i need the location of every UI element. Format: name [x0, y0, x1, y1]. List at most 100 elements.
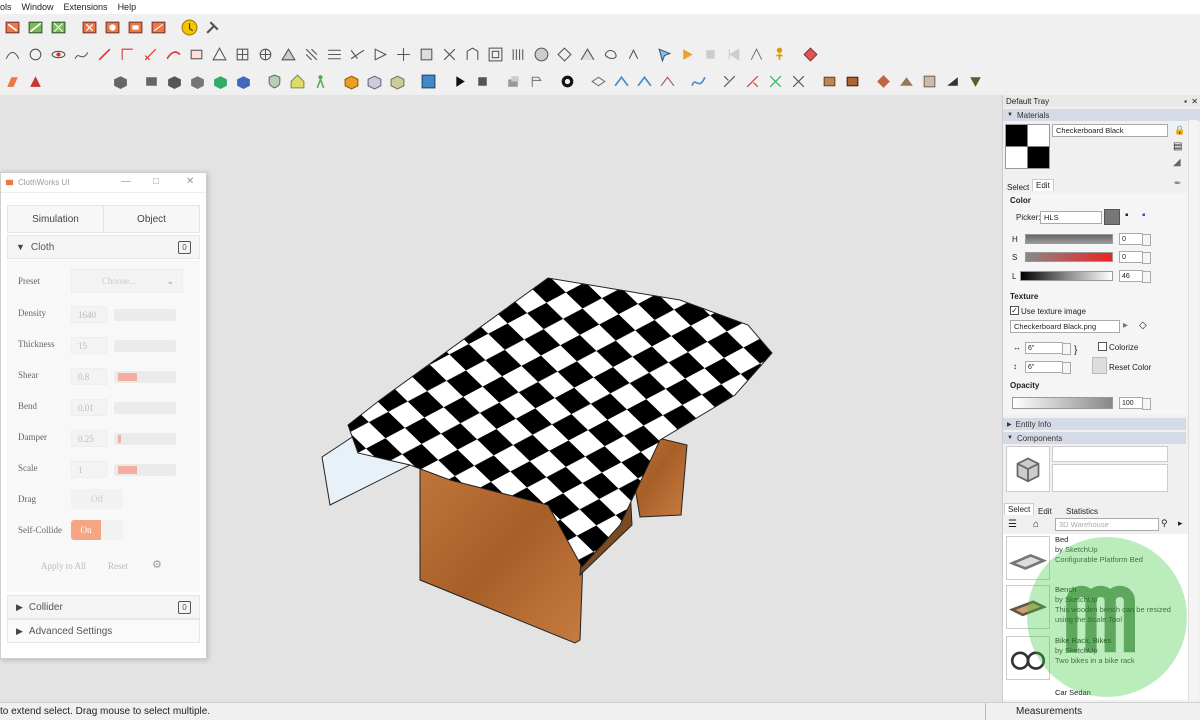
sandbox-8-icon[interactable]	[765, 72, 786, 92]
view-iso-icon[interactable]	[110, 72, 131, 92]
shear-input[interactable]: 0.8	[71, 368, 107, 385]
export-icon[interactable]	[800, 45, 821, 65]
menu-help[interactable]: Help	[113, 2, 142, 12]
character-icon[interactable]	[769, 45, 790, 65]
circle-icon[interactable]	[25, 45, 46, 65]
damper-slider[interactable]	[114, 433, 176, 445]
edit-texture-icon[interactable]: ◇	[1139, 320, 1147, 331]
texture-height-input[interactable]: 6"	[1025, 361, 1071, 374]
paint-icon[interactable]	[2, 72, 23, 92]
mesh-13-icon[interactable]	[508, 45, 529, 65]
component-name-field[interactable]	[1052, 446, 1168, 462]
h-input[interactable]: 0	[1119, 233, 1151, 246]
arc-icon[interactable]	[2, 45, 23, 65]
sandbox-2-icon[interactable]	[611, 72, 632, 92]
box-icon[interactable]	[186, 45, 207, 65]
view-top-icon[interactable]	[141, 72, 162, 92]
sim-settings-icon[interactable]	[148, 18, 169, 38]
component-tool-icon[interactable]	[25, 72, 46, 92]
mesh-7-icon[interactable]	[370, 45, 391, 65]
sim-reset-icon[interactable]	[102, 18, 123, 38]
view-right-icon[interactable]	[187, 72, 208, 92]
section-collider[interactable]: ▶ Collider 0	[7, 595, 200, 619]
maximize-icon[interactable]: □	[153, 176, 159, 187]
mesh-18-icon[interactable]	[623, 45, 644, 65]
photo-icon[interactable]	[418, 72, 439, 92]
details-icon[interactable]: ▸	[1178, 518, 1183, 529]
mesh-10-icon[interactable]	[439, 45, 460, 65]
sandbox-5-icon[interactable]	[688, 72, 709, 92]
select-animate-icon[interactable]	[654, 45, 675, 65]
opacity-input[interactable]: 100	[1119, 397, 1151, 410]
solid-6-icon[interactable]	[942, 72, 963, 92]
pin-tool-icon[interactable]	[48, 18, 69, 38]
sim-stop-icon[interactable]	[472, 72, 493, 92]
scale-slider[interactable]	[114, 464, 176, 476]
sandbox-1-icon[interactable]	[588, 72, 609, 92]
drag-toggle[interactable]: Off	[71, 489, 123, 509]
texture-width-input[interactable]: 6"	[1025, 342, 1071, 355]
search-icon[interactable]: ⚲	[1161, 518, 1168, 529]
section-cloth[interactable]: ▼ Cloth 0	[7, 235, 200, 259]
view-left-icon[interactable]	[233, 72, 254, 92]
section-advanced[interactable]: ▶ Advanced Settings	[7, 619, 200, 643]
material-name-field[interactable]: Checkerboard Black	[1052, 124, 1168, 137]
apply-all-button[interactable]: Apply to All	[41, 561, 86, 571]
mesh-12-icon[interactable]	[485, 45, 506, 65]
entity-info-header[interactable]: ▶ Entity Info	[1003, 418, 1186, 430]
line-icon[interactable]	[94, 45, 115, 65]
view-options-icon[interactable]: ☰	[1008, 519, 1017, 530]
mesh-6-icon[interactable]	[347, 45, 368, 65]
orbit-icon[interactable]	[48, 45, 69, 65]
freehand-icon[interactable]	[71, 45, 92, 65]
mesh-4-icon[interactable]	[301, 45, 322, 65]
rewind-icon[interactable]	[723, 45, 744, 65]
tab-edit[interactable]: Edit	[1032, 179, 1054, 191]
menu-tools[interactable]: ols	[0, 2, 17, 12]
measurements-box[interactable]: Measurements	[985, 703, 1200, 720]
sandbox-4-icon[interactable]	[657, 72, 678, 92]
mesh-3-icon[interactable]	[278, 45, 299, 65]
solid-4-icon[interactable]	[896, 72, 917, 92]
sample-paint-icon[interactable]: ◢	[1173, 157, 1181, 168]
play-icon[interactable]	[677, 45, 698, 65]
mesh-15-icon[interactable]	[554, 45, 575, 65]
mesh-11-icon[interactable]	[462, 45, 483, 65]
reset-button[interactable]: Reset	[108, 561, 128, 571]
s-slider[interactable]	[1025, 252, 1113, 262]
thickness-input[interactable]: 15	[71, 337, 107, 354]
mesh-14-icon[interactable]	[531, 45, 552, 65]
shield-icon[interactable]	[264, 72, 285, 92]
offset-icon[interactable]	[117, 45, 138, 65]
sim-play-icon[interactable]	[449, 72, 470, 92]
self-collide-toggle[interactable]: On	[71, 520, 123, 540]
eyedropper-icon[interactable]: ✒	[1174, 178, 1182, 189]
tab-select[interactable]: Select	[1004, 181, 1032, 193]
menu-extensions[interactable]: Extensions	[59, 2, 113, 12]
damper-input[interactable]: 0.25	[71, 430, 107, 447]
tray-scrollbar[interactable]	[1188, 120, 1198, 700]
material-swatch[interactable]	[1005, 124, 1050, 169]
thickness-slider[interactable]	[114, 340, 176, 352]
s-input[interactable]: 0	[1119, 251, 1151, 264]
sandbox-3-icon[interactable]	[634, 72, 655, 92]
sim-bake-icon[interactable]	[125, 18, 146, 38]
cloth-tool-icon[interactable]	[2, 18, 23, 38]
comp-tab-edit[interactable]: Edit	[1035, 505, 1055, 517]
match-screen-icon[interactable]: ▪	[1142, 210, 1146, 221]
settings-gear-icon[interactable]: ⚙	[152, 558, 162, 571]
extension-warehouse-icon[interactable]	[364, 72, 385, 92]
sim-start-icon[interactable]	[79, 18, 100, 38]
browse-icon[interactable]: ▸	[1123, 320, 1128, 331]
follow-me-icon[interactable]	[163, 45, 184, 65]
sandbox-9-icon[interactable]	[788, 72, 809, 92]
close-icon[interactable]: ✕	[186, 176, 194, 187]
minimize-icon[interactable]: —	[121, 176, 131, 187]
texture-file-field[interactable]: Checkerboard Black.png	[1010, 320, 1120, 333]
mesh-17-icon[interactable]	[600, 45, 621, 65]
reset-color-button[interactable]: Reset Color	[1109, 363, 1151, 372]
opacity-slider[interactable]	[1012, 397, 1113, 409]
warehouse-search-input[interactable]: 3D Warehouse	[1055, 518, 1159, 531]
l-input[interactable]: 46	[1119, 270, 1151, 283]
house-icon[interactable]	[287, 72, 308, 92]
